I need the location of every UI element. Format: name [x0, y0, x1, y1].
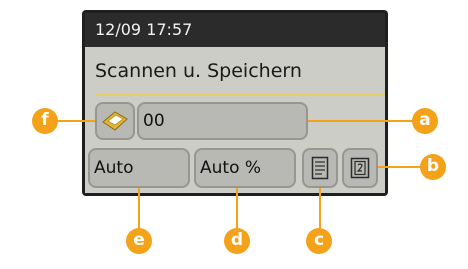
callout-line-b [378, 166, 422, 168]
duplex-icon [350, 157, 370, 179]
callout-e: e [126, 228, 152, 254]
callout-line-a [308, 120, 418, 122]
callout-f: f [32, 108, 58, 134]
status-bar: 12/09 17:57 [85, 13, 385, 47]
document-icon [311, 156, 329, 180]
callout-line-e [138, 188, 140, 230]
callout-line-d [236, 188, 238, 230]
page-title: Scannen u. Speichern [95, 60, 302, 82]
resolution-value: Auto [94, 158, 134, 178]
callout-b: b [420, 154, 446, 180]
zoom-field[interactable]: Auto % [194, 148, 296, 188]
datetime: 12/09 17:57 [95, 20, 193, 39]
number-value: 00 [143, 111, 165, 131]
callout-d: d [224, 228, 250, 254]
storage-field[interactable] [95, 102, 135, 140]
callout-c: c [306, 228, 332, 254]
callout-line-c [319, 188, 321, 230]
title-underline [95, 94, 385, 96]
document-field[interactable] [302, 148, 338, 188]
zoom-value: Auto % [200, 158, 262, 178]
storage-icon [102, 111, 128, 131]
callout-a: a [412, 108, 438, 134]
duplex-field[interactable] [342, 148, 378, 188]
number-field[interactable]: 00 [137, 102, 308, 140]
resolution-field[interactable]: Auto [88, 148, 190, 188]
callout-line-f [58, 120, 95, 122]
